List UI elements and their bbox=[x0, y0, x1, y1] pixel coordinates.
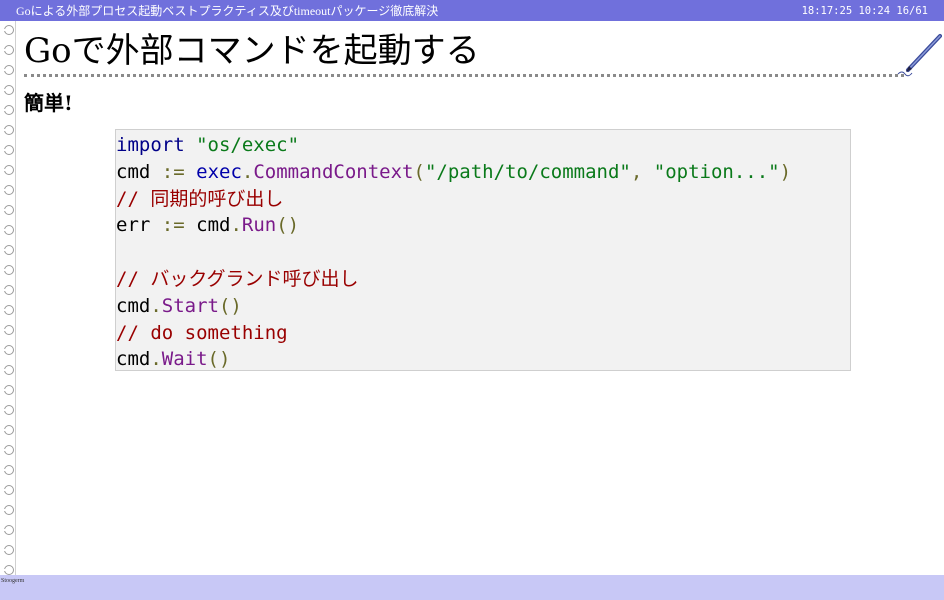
top-status-bar: Goによる外部プロセス起動ベストプラクティス及びtimeoutパッケージ徹底解決… bbox=[0, 0, 944, 21]
keyword-token: import bbox=[116, 134, 185, 156]
notebook-ring-icon bbox=[1, 385, 14, 395]
notebook-ring-icon bbox=[1, 445, 14, 455]
title-divider bbox=[24, 74, 904, 77]
bottom-bar: Stoogerm bbox=[0, 575, 944, 600]
paren-token: ( bbox=[413, 160, 425, 183]
code-line-2: cmd := exec.CommandContext("/path/to/com… bbox=[116, 159, 791, 186]
dot-token: . bbox=[241, 160, 254, 183]
function-token: Wait bbox=[161, 348, 208, 371]
package-token: exec bbox=[196, 160, 242, 183]
string-token: "os/exec" bbox=[196, 134, 300, 156]
paren-token: ) bbox=[779, 160, 792, 183]
function-token: CommandContext bbox=[253, 160, 414, 183]
notebook-ring-icon bbox=[1, 125, 14, 135]
notebook-ring-icon bbox=[1, 485, 14, 495]
identifier-token: cmd bbox=[116, 348, 151, 371]
notebook-ring-icon bbox=[1, 545, 14, 555]
code-line-8: // do something bbox=[116, 321, 288, 344]
paren-token: () bbox=[276, 214, 300, 237]
function-token: Start bbox=[161, 294, 219, 317]
notebook-ring-icon bbox=[1, 345, 14, 355]
dot-token: . bbox=[150, 348, 162, 371]
identifier-token: cmd bbox=[196, 214, 231, 237]
clock-and-page-status: 18:17:25 10:24 16/61 bbox=[801, 5, 928, 17]
slide-title: Goで外部コマンドを起動する bbox=[24, 31, 480, 71]
code-line-7: cmd.Start() bbox=[116, 293, 791, 320]
code-line-1: import "os/exec" bbox=[116, 132, 791, 159]
presentation-title: Goによる外部プロセス起動ベストプラクティス及びtimeoutパッケージ徹底解決 bbox=[16, 4, 439, 18]
notebook-ring-icon bbox=[1, 65, 14, 75]
notebook-ring-icon bbox=[1, 525, 14, 535]
notebook-ring-icon bbox=[1, 285, 14, 295]
operator-token: := bbox=[161, 160, 185, 183]
string-token: "/path/to/command" bbox=[424, 160, 631, 183]
notebook-ring-icon bbox=[1, 565, 14, 575]
notebook-ring-icon bbox=[1, 185, 14, 195]
notebook-ring-icon bbox=[1, 105, 14, 115]
code-line-9: cmd.Wait() bbox=[116, 346, 791, 373]
operator-token: := bbox=[161, 214, 185, 237]
dot-token: . bbox=[230, 214, 242, 237]
notebook-ring-icon bbox=[1, 505, 14, 515]
dot-token: . bbox=[150, 294, 162, 317]
notebook-ring-icon bbox=[1, 165, 14, 175]
identifier-token: err bbox=[116, 214, 151, 237]
pen-icon bbox=[897, 34, 942, 77]
notebook-ring-icon bbox=[1, 365, 14, 375]
notebook-ring-icon bbox=[1, 325, 14, 335]
footer-label: Stoogerm bbox=[1, 578, 25, 584]
notebook-ring-icon bbox=[1, 205, 14, 215]
notebook-ring-icon bbox=[1, 405, 14, 415]
notebook-binding bbox=[0, 21, 20, 575]
code-line-3: // 同期的呼び出し bbox=[116, 187, 284, 210]
notebook-ring-icon bbox=[1, 85, 14, 95]
function-token: Run bbox=[241, 214, 277, 237]
notebook-ring-icon bbox=[1, 305, 14, 315]
notebook-ring-icon bbox=[1, 465, 14, 475]
identifier-token: cmd bbox=[116, 160, 151, 183]
notebook-ring-icon bbox=[1, 425, 14, 435]
identifier-token: cmd bbox=[116, 294, 151, 317]
notebook-ring-icon bbox=[1, 265, 14, 275]
code-line-6: // バックグランド呼び出し bbox=[116, 267, 359, 290]
code-line-4: err := cmd.Run() bbox=[116, 212, 791, 239]
notebook-ring-icon bbox=[1, 45, 14, 55]
paren-token: () bbox=[218, 294, 242, 317]
code-line-5-blank bbox=[116, 239, 791, 266]
string-token: "option..." bbox=[653, 160, 780, 183]
notebook-ring-icon bbox=[1, 25, 14, 35]
comma-token: , bbox=[630, 160, 643, 183]
notebook-ring-icon bbox=[1, 225, 14, 235]
paren-token: () bbox=[207, 348, 231, 371]
notebook-ring-icon bbox=[1, 145, 14, 155]
code-block: import "os/exec" cmd := exec.CommandConte… bbox=[115, 129, 851, 371]
section-heading: 簡単! bbox=[24, 91, 73, 115]
notebook-ring-icon bbox=[1, 245, 14, 255]
